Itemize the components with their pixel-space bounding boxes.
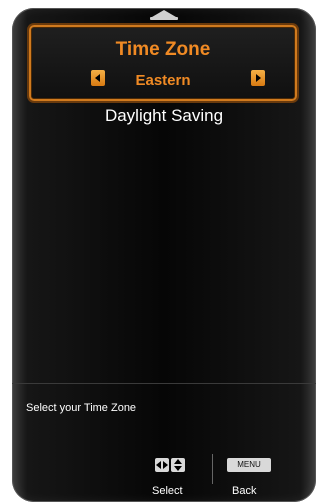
time-zone-setting[interactable]: Time Zone Eastern bbox=[29, 25, 297, 101]
select-label: Select bbox=[152, 485, 183, 497]
scroll-up-bar bbox=[150, 17, 178, 20]
help-text: Select your Time Zone bbox=[26, 402, 137, 414]
back-label: Back bbox=[232, 485, 257, 497]
time-zone-title: Time Zone bbox=[115, 39, 211, 60]
scroll-up-icon[interactable] bbox=[152, 10, 176, 17]
footer-separator bbox=[212, 454, 213, 484]
next-value-button[interactable] bbox=[251, 70, 265, 86]
daylight-saving-item[interactable]: Daylight Saving bbox=[12, 106, 316, 126]
arrow-right-icon bbox=[256, 74, 261, 82]
up-down-key-icon bbox=[171, 458, 185, 472]
navigate-keys-icon bbox=[155, 458, 185, 472]
menu-key-icon: MENU bbox=[227, 458, 271, 472]
left-right-key-icon bbox=[155, 458, 169, 472]
divider bbox=[12, 383, 316, 384]
tv-menu-panel: Time Zone Eastern Daylight Saving Select… bbox=[12, 8, 316, 502]
